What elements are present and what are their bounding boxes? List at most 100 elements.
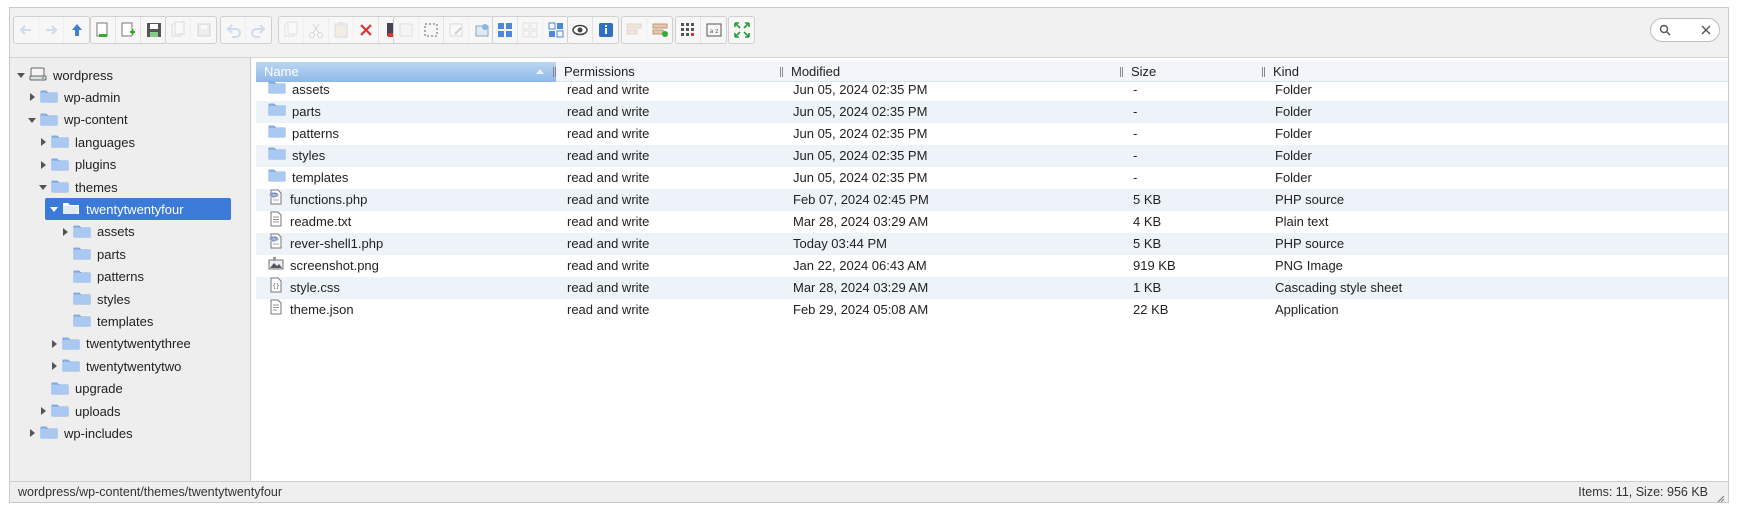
expand-arrow-icon[interactable]	[60, 227, 70, 237]
collapse-arrow-icon[interactable]	[49, 204, 59, 214]
file-row[interactable]: theme.json read and write Feb 29, 2024 05:…	[256, 299, 1728, 321]
tree-item-twentytwentytwo[interactable]: twentytwentytwo	[49, 355, 181, 377]
cut-icon[interactable]	[304, 17, 329, 43]
redo-icon[interactable]	[246, 17, 271, 43]
folder-icon	[73, 268, 91, 286]
file-row[interactable]: assets read and write Jun 05, 2024 02:35 P…	[256, 79, 1728, 101]
tree-item-twentytwentyfour[interactable]: twentytwentyfour	[45, 198, 231, 221]
file-modified: Feb 29, 2024 05:08 AM	[793, 302, 929, 317]
open-icon[interactable]	[91, 17, 116, 43]
disk-icon[interactable]	[191, 17, 216, 43]
folder-open-icon	[62, 200, 80, 218]
view-columns-icon[interactable]	[543, 17, 568, 43]
file-row[interactable]: screenshot.png read and write Jan 22, 2024…	[256, 255, 1728, 277]
tree-item-uploads[interactable]: uploads	[38, 400, 121, 422]
tree-item-wp-includes[interactable]: wp-includes	[27, 422, 133, 444]
expand-arrow-icon[interactable]	[49, 339, 59, 349]
file-modified: Jun 05, 2024 02:35 PM	[793, 148, 928, 163]
tree-item-wp-admin[interactable]: wp-admin	[27, 86, 120, 108]
preview-icon[interactable]	[568, 17, 593, 43]
paste-icon[interactable]	[329, 17, 354, 43]
file-size: 4 KB	[1133, 214, 1162, 229]
parent-folder-icon[interactable]	[64, 17, 89, 43]
window-resize-grip-icon[interactable]	[1717, 492, 1725, 503]
forward-icon[interactable]	[39, 17, 64, 43]
status-info: Items: 11, Size: 956 KB	[1578, 485, 1708, 499]
folder-icon	[62, 335, 80, 353]
column-permissions-label: Permissions	[564, 64, 635, 79]
toolbar-group	[278, 16, 405, 44]
folder-icon	[268, 79, 286, 101]
folder-icon	[51, 156, 69, 174]
file-row[interactable]: patterns read and write Jun 05, 2024 02:35…	[256, 123, 1728, 145]
toolbar-group	[728, 16, 755, 44]
tree-item-parts[interactable]: parts	[60, 243, 126, 265]
expand-arrow-icon[interactable]	[27, 92, 37, 102]
view-list-icon[interactable]	[518, 17, 543, 43]
folder-icon	[73, 290, 91, 308]
delete-icon[interactable]	[354, 17, 379, 43]
copy-doc-icon[interactable]	[166, 17, 191, 43]
tree-item-label: twentytwentytwo	[86, 358, 182, 374]
file-row[interactable]: readme.txt read and write Mar 28, 2024 03:…	[256, 211, 1728, 233]
file-name-cell: theme.json	[268, 299, 354, 321]
status-bar: wordpress/wp-content/themes/twentytwenty…	[10, 481, 1728, 503]
expand-arrow-icon[interactable]	[27, 428, 37, 438]
select-all-icon[interactable]	[394, 17, 419, 43]
tree-item-twentytwentythree[interactable]: twentytwentythree	[49, 333, 191, 355]
search-box[interactable]	[1650, 18, 1720, 42]
file-modified: Jun 05, 2024 02:35 PM	[793, 126, 928, 141]
fullscreen-icon[interactable]	[729, 17, 754, 43]
file-size: -	[1133, 170, 1138, 185]
file-row[interactable]: php functions.php read and write Feb 07, 20…	[256, 189, 1728, 211]
json-file-icon	[268, 299, 284, 322]
folder-icon	[268, 167, 286, 189]
edit-icon[interactable]	[469, 17, 494, 43]
column-kind-label: Kind	[1273, 64, 1300, 79]
new-file-icon[interactable]	[116, 17, 141, 43]
toolbar-group	[393, 16, 495, 44]
info-icon[interactable]	[593, 17, 618, 43]
tree-item-wp-content[interactable]: wp-content	[27, 109, 128, 131]
file-row[interactable]: parts read and write Jun 05, 2024 02:35 PM…	[256, 101, 1728, 123]
save-icon[interactable]	[141, 17, 166, 43]
rename-icon[interactable]	[444, 17, 469, 43]
collapse-arrow-icon[interactable]	[16, 70, 26, 80]
file-kind: PHP source	[1275, 236, 1345, 251]
tree-item-templates[interactable]: templates	[60, 310, 153, 332]
file-row[interactable]: {} style.css read and write Mar 28, 2024 03…	[256, 277, 1728, 299]
expand-arrow-icon[interactable]	[38, 160, 48, 170]
collapse-arrow-icon[interactable]	[27, 115, 37, 125]
tree-item-patterns[interactable]: patterns	[60, 266, 144, 288]
clear-search-icon[interactable]	[1699, 23, 1713, 40]
view-icons-icon[interactable]	[493, 17, 518, 43]
file-kind: Folder	[1275, 126, 1312, 141]
copy-icon[interactable]	[279, 17, 304, 43]
expand-arrow-icon[interactable]	[49, 361, 59, 371]
tree-item-assets[interactable]: assets	[60, 221, 135, 243]
tree-item-plugins[interactable]: plugins	[38, 154, 116, 176]
extract-icon[interactable]	[622, 17, 647, 43]
tree-item-styles[interactable]: styles	[60, 288, 130, 310]
undo-icon[interactable]	[221, 17, 246, 43]
tree-item-upgrade[interactable]: upgrade	[38, 378, 123, 400]
collapse-arrow-icon[interactable]	[38, 182, 48, 192]
file-modified: Mar 28, 2024 03:29 AM	[793, 214, 929, 229]
file-row[interactable]: php rever-shell1.php read and write Today 0…	[256, 233, 1728, 255]
back-icon[interactable]	[14, 17, 39, 43]
select-none-icon[interactable]	[419, 17, 444, 43]
resize-icon[interactable]: a z	[701, 17, 726, 43]
file-row[interactable]: styles read and write Jun 05, 2024 02:35 P…	[256, 145, 1728, 167]
file-modified: Jan 22, 2024 06:43 AM	[793, 258, 927, 273]
tree-item-themes[interactable]: themes	[38, 176, 118, 198]
tree-item-languages[interactable]: languages	[38, 131, 135, 153]
sort-icon[interactable]	[676, 17, 701, 43]
file-row[interactable]: templates read and write Jun 05, 2024 02:3…	[256, 167, 1728, 189]
expand-arrow-icon[interactable]	[38, 137, 48, 147]
tree-item-wordpress[interactable]: wordpress	[16, 64, 113, 86]
file-size: 5 KB	[1133, 236, 1162, 251]
archive-icon[interactable]	[647, 17, 672, 43]
expand-arrow-icon[interactable]	[38, 406, 48, 416]
tree-item-label: parts	[97, 246, 126, 262]
